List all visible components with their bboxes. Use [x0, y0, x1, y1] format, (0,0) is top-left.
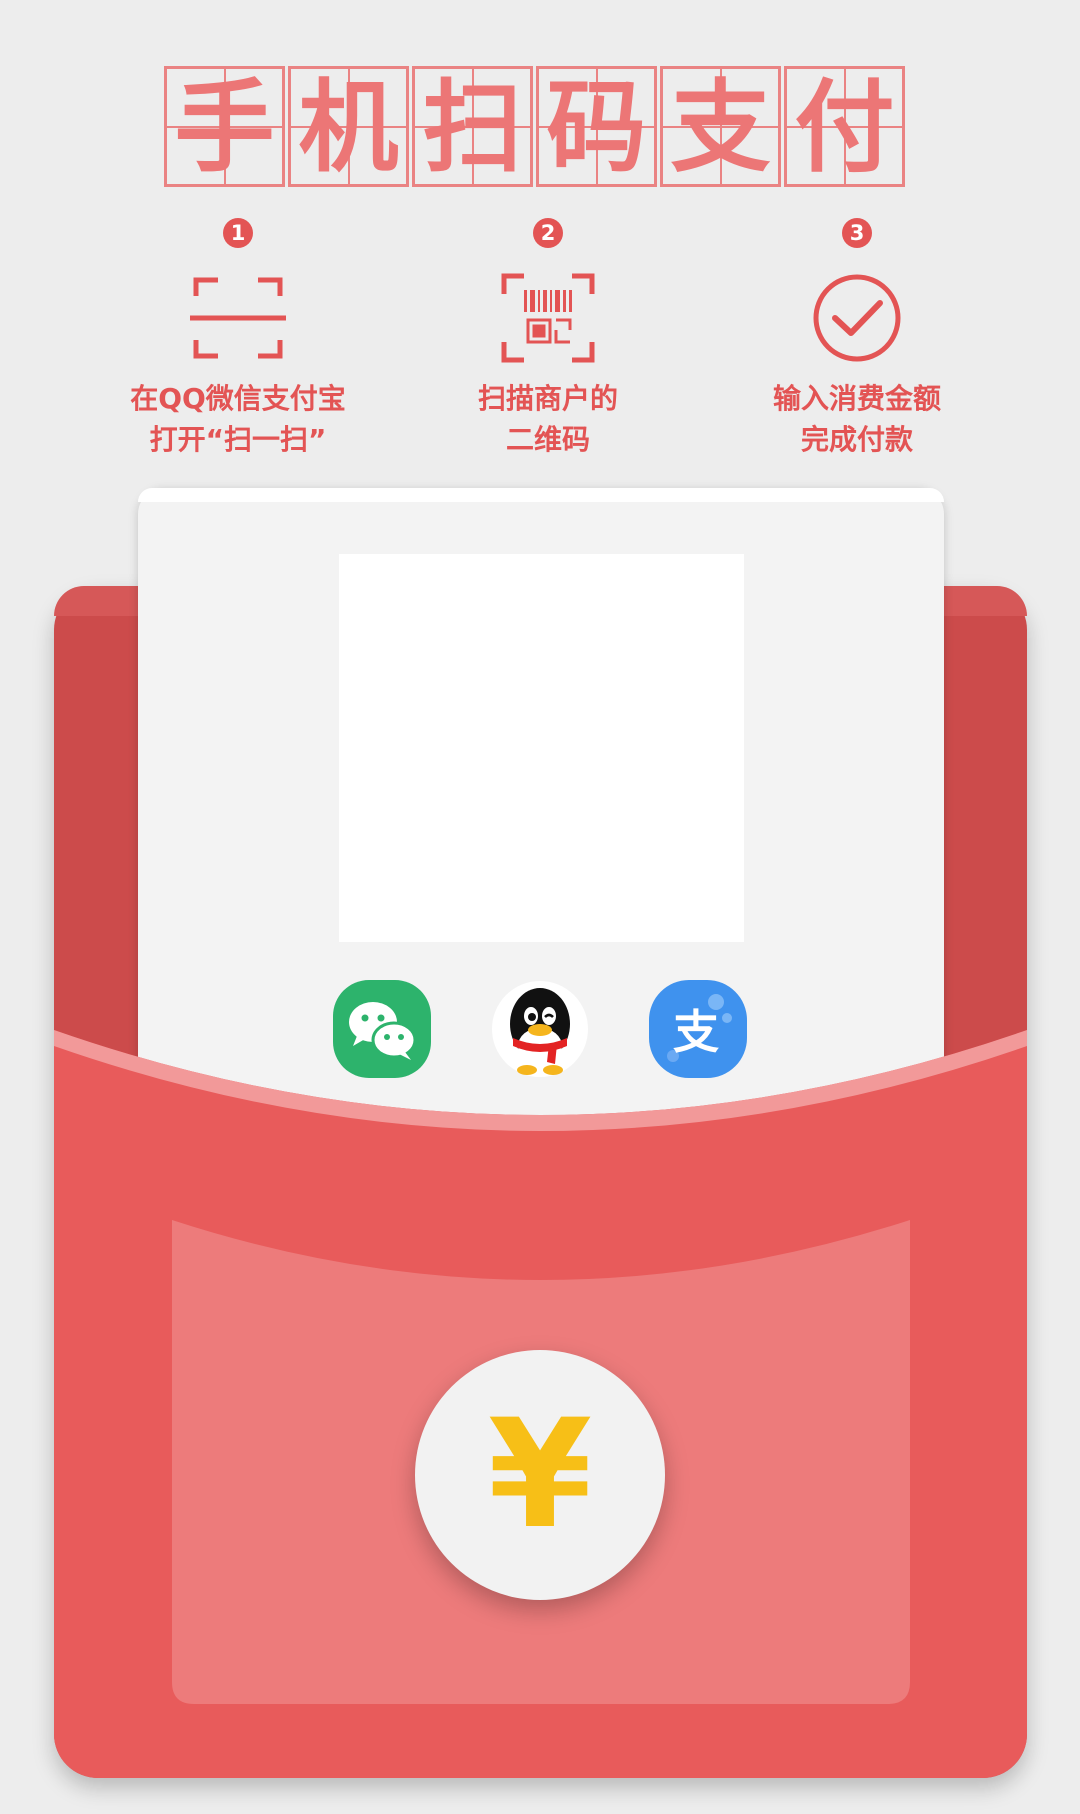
checkmark-circle-icon	[813, 274, 901, 362]
card-top-edge	[138, 488, 944, 502]
scan-frame-icon	[190, 277, 286, 359]
step-description: 扫描商户的 二维码	[388, 378, 708, 460]
step-2: 2 扫描商户的 二维码	[388, 218, 708, 460]
title-char: 码	[546, 67, 647, 186]
title-char: 付	[794, 67, 895, 186]
title-char-cell: 付	[784, 66, 905, 187]
title-char: 手	[174, 67, 275, 186]
title-char-cell: 扫	[412, 66, 533, 187]
step-line: 完成付款	[800, 423, 913, 456]
qr-code-area[interactable]	[339, 554, 744, 942]
step-line: 打开“扫一扫”	[149, 423, 327, 456]
step-line: 在QQ微信支付宝	[130, 382, 346, 415]
yuan-icon: ¥	[487, 1388, 593, 1562]
page-title: 手 机 扫 码 支 付	[164, 66, 908, 187]
title-char-cell: 码	[536, 66, 657, 187]
yuan-coin-button[interactable]: ¥	[415, 1350, 665, 1600]
step-description: 输入消费金额 完成付款	[697, 378, 1017, 460]
step-number-badge: 1	[223, 218, 253, 248]
step-line: 二维码	[505, 423, 590, 456]
title-char: 机	[298, 67, 399, 186]
step-number-badge: 2	[533, 218, 563, 248]
title-char-cell: 支	[660, 66, 781, 187]
step-description: 在QQ微信支付宝 打开“扫一扫”	[78, 378, 398, 460]
title-char: 扫	[422, 67, 523, 186]
title-char-cell: 手	[164, 66, 285, 187]
barcode-scan-icon	[501, 273, 595, 363]
title-char: 支	[670, 67, 771, 186]
step-1: 1 在QQ微信支付宝 打开“扫一扫”	[78, 218, 398, 460]
step-number-badge: 3	[842, 218, 872, 248]
step-3: 3 输入消费金额 完成付款	[697, 218, 1017, 460]
step-line: 扫描商户的	[477, 382, 618, 415]
title-char-cell: 机	[288, 66, 409, 187]
step-line: 输入消费金额	[772, 382, 941, 415]
